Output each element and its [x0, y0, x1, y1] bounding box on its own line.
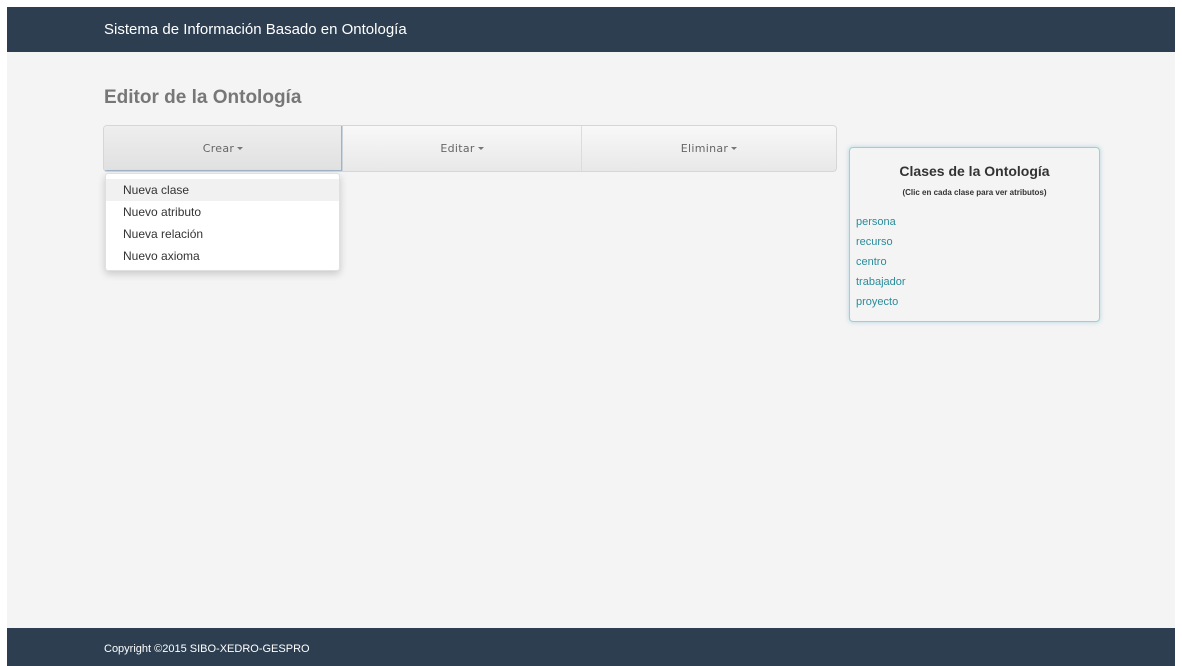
toolbar-button-group: Crear Editar Eliminar — [103, 125, 837, 172]
crear-dropdown-menu: Nueva clase Nuevo atributo Nueva relació… — [105, 173, 340, 271]
menu-item-nueva-relacion[interactable]: Nueva relación — [106, 223, 339, 245]
panel-subtitle: (Clic en cada clase para ver atributos) — [902, 188, 1047, 197]
menu-item-nuevo-atributo[interactable]: Nuevo atributo — [106, 201, 339, 223]
footer: Copyright ©2015 SIBO-XEDRO-GESPRO — [7, 628, 1175, 666]
eliminar-button-label: Eliminar — [680, 142, 729, 155]
navbar-brand[interactable]: Sistema de Información Basado en Ontolog… — [104, 21, 407, 38]
menu-item-nueva-clase[interactable]: Nueva clase — [106, 179, 339, 201]
class-link-trabajador[interactable]: trabajador — [856, 272, 906, 292]
panel-title: Clases de la Ontología — [899, 163, 1050, 179]
page: Sistema de Información Basado en Ontolog… — [7, 7, 1175, 666]
editar-button-label: Editar — [440, 142, 475, 155]
class-link-persona[interactable]: persona — [856, 212, 906, 232]
class-link-recurso[interactable]: recurso — [856, 232, 906, 252]
eliminar-button[interactable]: Eliminar — [582, 126, 836, 171]
page-title: Editor de la Ontología — [104, 87, 302, 108]
caret-down-icon — [477, 147, 484, 150]
class-list: persona recurso centro trabajador proyec… — [856, 212, 906, 312]
class-link-centro[interactable]: centro — [856, 252, 906, 272]
caret-down-icon — [731, 147, 738, 150]
footer-copyright: Copyright ©2015 SIBO-XEDRO-GESPRO — [104, 643, 310, 655]
editar-button[interactable]: Editar — [343, 126, 582, 171]
class-link-proyecto[interactable]: proyecto — [856, 292, 906, 312]
menu-item-nuevo-axioma[interactable]: Nuevo axioma — [106, 245, 339, 267]
caret-down-icon — [237, 147, 244, 150]
crear-button[interactable]: Crear — [104, 126, 343, 171]
crear-button-label: Crear — [202, 142, 235, 155]
navbar: Sistema de Información Basado en Ontolog… — [7, 7, 1175, 52]
ontology-classes-panel: Clases de la Ontología (Clic en cada cla… — [849, 147, 1100, 322]
